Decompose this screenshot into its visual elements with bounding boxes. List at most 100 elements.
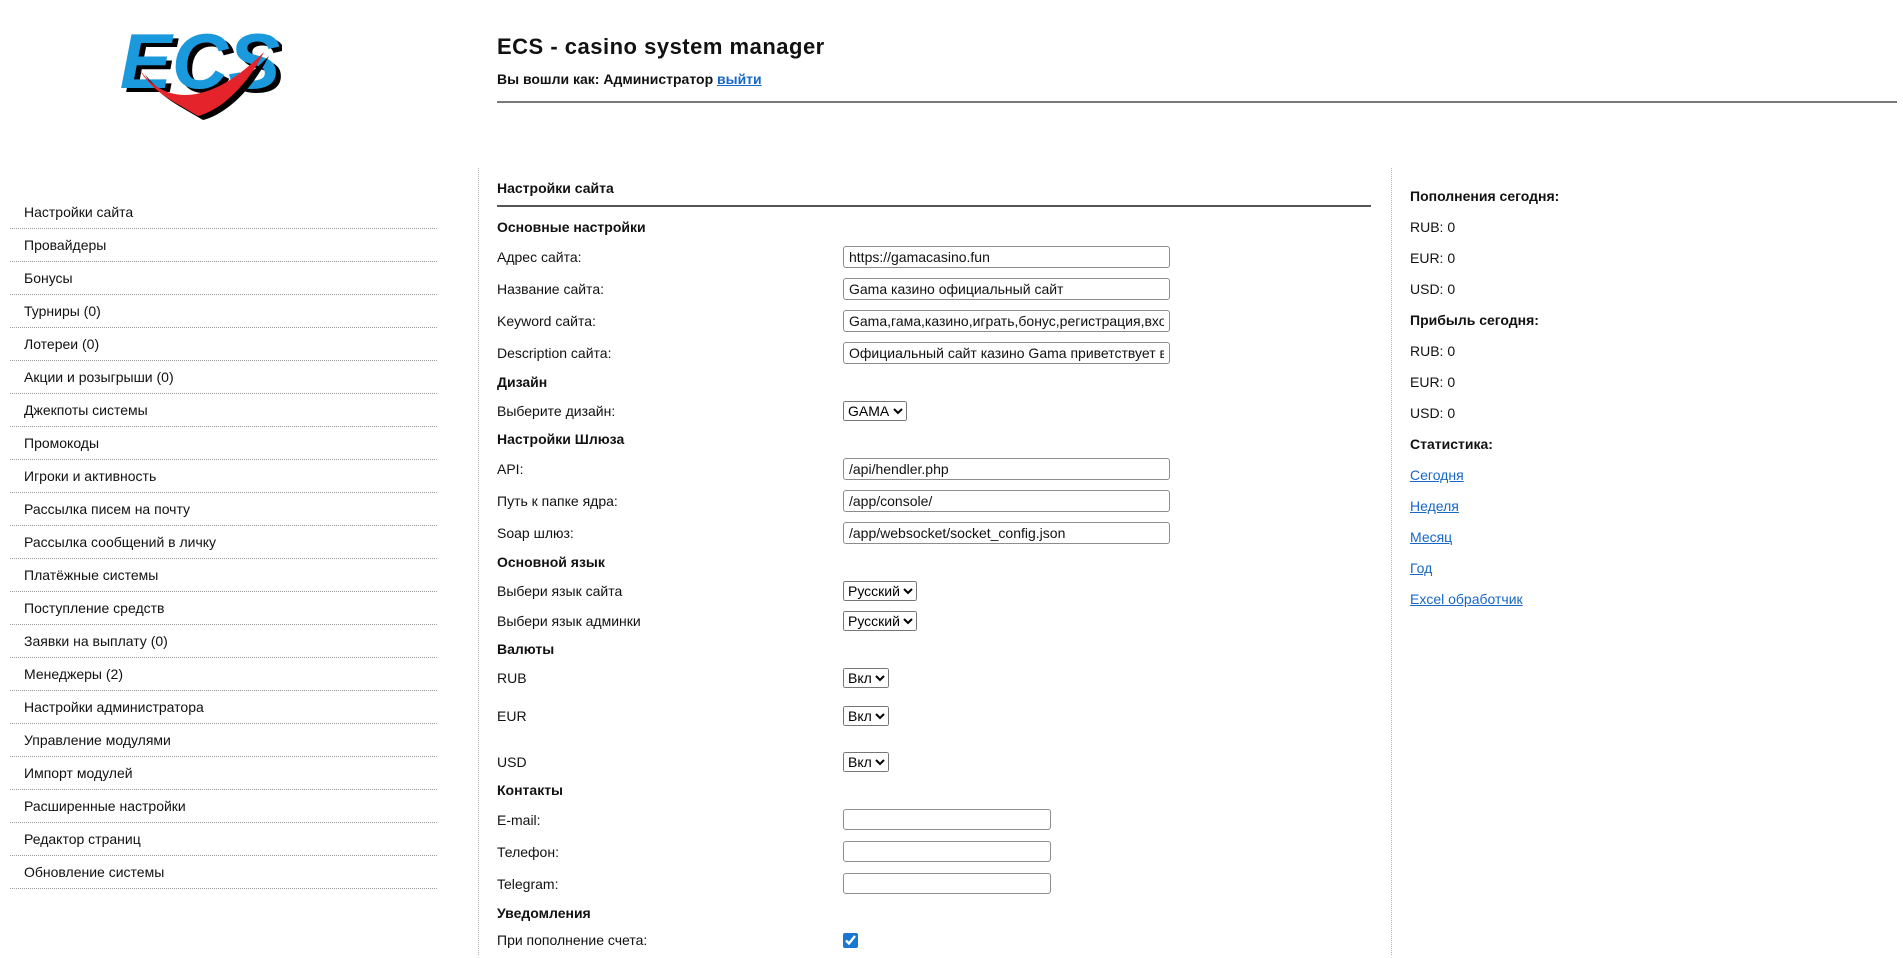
field-label: Keyword сайта: (497, 313, 843, 329)
field-row-phone: Телефон: (497, 841, 1371, 862)
sidebar-item-payout-requests[interactable]: Заявки на выплату (0) (10, 625, 437, 658)
section-currencies: Валюты (497, 641, 1371, 657)
logout-link[interactable]: выйти (717, 71, 762, 87)
sidebar-item-site-settings[interactable]: Настройки сайта (10, 196, 437, 229)
profit-rub-value: RUB: 0 (1410, 343, 1710, 359)
sidebar-item-promotions[interactable]: Акции и розыгрыши (0) (10, 361, 437, 394)
sidebar-item-promocodes[interactable]: Промокоды (10, 427, 437, 460)
stats-panel: Пополнения сегодня: RUB: 0 EUR: 0 USD: 0… (1410, 188, 1710, 622)
sidebar-item-advanced-settings[interactable]: Расширенные настройки (10, 790, 437, 823)
site-url-input[interactable] (843, 246, 1170, 268)
stats-excel-link[interactable]: Excel обработчик (1410, 591, 1710, 607)
field-row-deposit-notify: При пополнение счета: (497, 932, 1371, 948)
statistics-title: Статистика: (1410, 436, 1710, 452)
field-row-admin-language: Выбери язык админки Русский (497, 611, 1371, 631)
section-notifications: Уведомления (497, 905, 1371, 921)
stats-month-link[interactable]: Месяц (1410, 529, 1710, 545)
field-label: Выберите дизайн: (497, 403, 843, 419)
site-name-input[interactable] (843, 278, 1170, 300)
ecs-logo: ECS ECS (112, 12, 282, 122)
field-label: E-mail: (497, 812, 843, 828)
field-label: EUR (497, 708, 843, 724)
api-input[interactable] (843, 458, 1170, 480)
sidebar-item-module-import[interactable]: Импорт модулей (10, 757, 437, 790)
sidebar-item-pm-mailing[interactable]: Рассылка сообщений в личку (10, 526, 437, 559)
sidebar-item-module-management[interactable]: Управление модулями (10, 724, 437, 757)
field-row-telegram: Telegram: (497, 873, 1371, 894)
soap-gateway-input[interactable] (843, 522, 1170, 544)
sidebar-item-bonuses[interactable]: Бонусы (10, 262, 437, 295)
sidebar-item-page-editor[interactable]: Редактор страниц (10, 823, 437, 856)
stats-year-link[interactable]: Год (1410, 560, 1710, 576)
field-label: Путь к папке ядра: (497, 493, 843, 509)
rub-toggle-select[interactable]: Вкл (843, 668, 889, 688)
sidebar-item-email-mailing[interactable]: Рассылка писем на почту (10, 493, 437, 526)
sidebar-item-payment-systems[interactable]: Платёжные системы (10, 559, 437, 592)
right-vertical-divider (1391, 168, 1392, 955)
site-language-select[interactable]: Русский (843, 581, 917, 601)
deposits-usd-value: USD: 0 (1410, 281, 1710, 297)
field-row-rub: RUB Вкл (497, 668, 1371, 688)
usd-toggle-select[interactable]: Вкл (843, 752, 889, 772)
field-row-usd: USD Вкл (497, 752, 1371, 772)
sidebar-item-tournaments[interactable]: Турниры (0) (10, 295, 437, 328)
field-label: USD (497, 754, 843, 770)
field-row-email: E-mail: (497, 809, 1371, 830)
sidebar-item-managers[interactable]: Менеджеры (2) (10, 658, 437, 691)
field-label: Выбери язык админки (497, 613, 843, 629)
phone-input[interactable] (843, 841, 1051, 862)
sidebar-item-players-activity[interactable]: Игроки и активность (10, 460, 437, 493)
field-row-api: API: (497, 458, 1371, 480)
field-label: Telegram: (497, 876, 843, 892)
keywords-input[interactable] (843, 310, 1170, 332)
field-row-keywords: Keyword сайта: (497, 310, 1371, 332)
field-label: Телефон: (497, 844, 843, 860)
profit-eur-value: EUR: 0 (1410, 374, 1710, 390)
stats-today-link[interactable]: Сегодня (1410, 467, 1710, 483)
eur-toggle-select[interactable]: Вкл (843, 706, 889, 726)
field-row-design: Выберите дизайн: GAMA (497, 401, 1371, 421)
field-row-site-language: Выбери язык сайта Русский (497, 581, 1371, 601)
profit-usd-value: USD: 0 (1410, 405, 1710, 421)
sidebar-nav: Настройки сайта Провайдеры Бонусы Турнир… (10, 196, 437, 889)
ecs-logo-graphic: ECS ECS (112, 12, 282, 122)
deposits-eur-value: EUR: 0 (1410, 250, 1710, 266)
telegram-input[interactable] (843, 873, 1051, 894)
section-basic-settings: Основные настройки (497, 219, 1371, 235)
left-vertical-divider (478, 168, 479, 955)
admin-language-select[interactable]: Русский (843, 611, 917, 631)
sidebar-item-admin-settings[interactable]: Настройки администратора (10, 691, 437, 724)
description-input[interactable] (843, 342, 1170, 364)
sidebar-item-incoming-funds[interactable]: Поступление средств (10, 592, 437, 625)
sidebar-item-jackpots[interactable]: Джекпоты системы (10, 394, 437, 427)
field-label: Адрес сайта: (497, 249, 843, 265)
field-row-core-path: Путь к папке ядра: (497, 490, 1371, 512)
field-label: Description сайта: (497, 345, 843, 361)
profit-today-title: Прибыль сегодня: (1410, 312, 1710, 328)
email-input[interactable] (843, 809, 1051, 830)
section-design: Дизайн (497, 374, 1371, 390)
deposits-today-title: Пополнения сегодня: (1410, 188, 1710, 204)
deposit-notification-checkbox[interactable] (843, 933, 858, 948)
logged-in-as-text: Вы вошли как: Администратор (497, 71, 713, 87)
panel-title: Настройки сайта (497, 180, 1371, 207)
stats-week-link[interactable]: Неделя (1410, 498, 1710, 514)
field-row-eur: EUR Вкл (497, 706, 1371, 726)
field-label: При пополнение счета: (497, 932, 843, 948)
sidebar-item-providers[interactable]: Провайдеры (10, 229, 437, 262)
field-label: API: (497, 461, 843, 477)
field-row-site-name: Название сайта: (497, 278, 1371, 300)
field-label: Выбери язык сайта (497, 583, 843, 599)
sidebar-item-system-update[interactable]: Обновление системы (10, 856, 437, 889)
field-label: Soap шлюз: (497, 525, 843, 541)
field-row-soap: Soap шлюз: (497, 522, 1371, 544)
field-label: RUB (497, 670, 843, 686)
design-select[interactable]: GAMA (843, 401, 907, 421)
section-gateway: Настройки Шлюза (497, 431, 1371, 447)
site-settings-panel: Настройки сайта Основные настройки Адрес… (497, 180, 1371, 958)
section-language: Основной язык (497, 554, 1371, 570)
field-row-site-url: Адрес сайта: (497, 246, 1371, 268)
core-path-input[interactable] (843, 490, 1170, 512)
header-divider (497, 101, 1897, 103)
sidebar-item-lotteries[interactable]: Лотереи (0) (10, 328, 437, 361)
